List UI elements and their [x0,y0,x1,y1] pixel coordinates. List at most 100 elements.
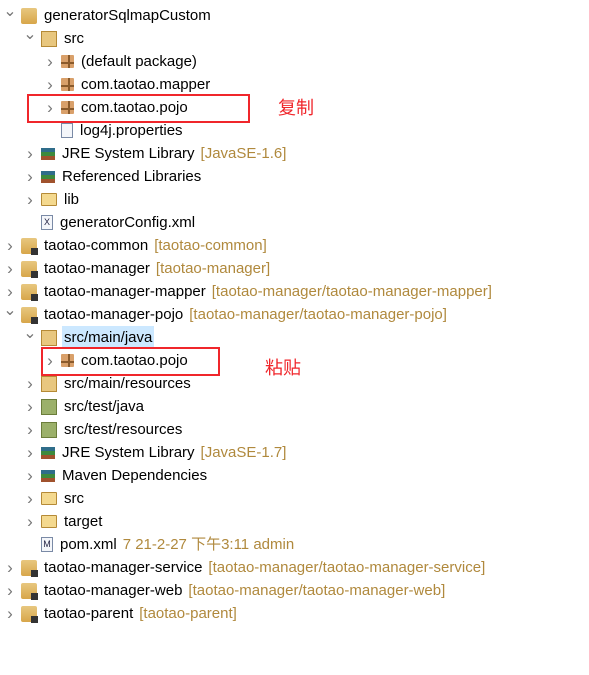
tree-item-label: src [64,490,84,507]
chevron-down-icon[interactable]: ⌄ [23,322,37,345]
chevron-right-icon[interactable]: › [23,188,37,211]
tree-item-label: taotao-manager-pojo [44,306,184,323]
tree-item-label: taotao-parent [44,605,134,622]
maven-project-icon [21,283,38,301]
tree-item-label: com.taotao.mapper [81,76,211,93]
properties-file-icon [61,123,73,138]
tree-item-decoration: [taotao-manager] [155,260,271,277]
chevron-right-icon[interactable]: › [43,73,57,96]
chevron-right-icon[interactable]: › [23,441,37,464]
no-expander [23,211,37,234]
chevron-right-icon[interactable]: › [43,50,57,73]
chevron-right-icon[interactable]: › [23,510,37,533]
tree-item-label: JRE System Library [62,145,195,162]
chevron-right-icon[interactable]: › [23,142,37,165]
no-expander [23,533,37,556]
chevron-right-icon[interactable]: › [23,372,37,395]
tree-item-decoration: [JavaSE-1.7] [200,444,287,461]
tree-item-label: taotao-manager-service [44,559,203,576]
tree-item[interactable]: › target [23,510,104,533]
tree-item-decoration: [taotao-manager/taotao-manager-mapper] [211,283,492,300]
chevron-down-icon[interactable]: ⌄ [3,0,17,23]
tree-item-label: target [64,513,103,530]
tree-item-label: taotao-manager [44,260,150,277]
tree-item-label: generatorConfig.xml [60,214,196,231]
tree-item[interactable]: › src/test/resources [23,418,184,441]
maven-project-icon [21,237,38,255]
tree-item-decoration: [taotao-common] [154,237,267,254]
tree-item[interactable]: › JRE System Library [JavaSE-1.6] [23,142,286,165]
tree-item[interactable]: › src/test/java [23,395,146,418]
tree-item[interactable]: › Maven Dependencies [23,464,209,487]
paste-annotation: 粘贴 [265,358,301,379]
folder-icon [41,515,57,528]
tree-item[interactable]: › src [23,487,86,510]
maven-project-icon [21,306,38,324]
tree-item[interactable]: › taotao-manager-web [taotao-manager/taota… [3,579,445,602]
tree-item-label: src [64,30,84,47]
tree-item[interactable]: ⌄ src [23,26,86,50]
tree-item-label: taotao-common [44,237,149,254]
test-source-folder-icon [41,398,57,415]
tree-item-label: src/test/java [64,398,145,415]
tree-item-label: src/test/resources [64,421,183,438]
tree-item[interactable]: › (default package) [43,50,199,73]
chevron-right-icon[interactable]: › [23,487,37,510]
tree-item[interactable]: › taotao-parent [taotao-parent] [3,602,237,625]
maven-project-icon [21,605,38,623]
tree-item-decoration: [taotao-manager/taotao-manager-web] [188,582,446,599]
tree-item[interactable]: › JRE System Library [JavaSE-1.7] [23,441,286,464]
library-icon [41,446,55,459]
library-icon [41,469,55,482]
chevron-right-icon[interactable]: › [3,556,17,579]
library-icon [41,147,55,160]
tree-item-decoration: [JavaSE-1.6] [200,145,287,162]
tree-item[interactable]: Mpom.xml 7 21-2-27 下午3:11 admin [23,533,294,556]
package-icon [61,55,74,68]
copy-highlight-box [27,94,250,123]
chevron-down-icon[interactable]: ⌄ [3,299,17,322]
tree-item[interactable]: › lib [23,188,81,211]
chevron-right-icon[interactable]: › [3,579,17,602]
tree-item[interactable]: › taotao-manager [taotao-manager] [3,257,270,280]
pom-file-icon: M [41,537,53,552]
chevron-down-icon[interactable]: ⌄ [23,23,37,46]
chevron-right-icon[interactable]: › [23,165,37,188]
tree-item-label: src/main/java [62,326,155,349]
chevron-right-icon[interactable]: › [23,418,37,441]
tree-item-decoration: 7 21-2-27 下午3:11 admin [122,536,295,553]
chevron-right-icon[interactable]: › [23,464,37,487]
tree-item-label: Maven Dependencies [62,467,208,484]
tree-item-label: JRE System Library [62,444,195,461]
chevron-right-icon[interactable]: › [3,257,17,280]
library-icon [41,170,55,183]
copy-annotation: 复制 [278,98,314,119]
tree-item[interactable]: › taotao-common [taotao-common] [3,234,267,257]
source-folder-icon [41,30,57,47]
tree-item[interactable]: › taotao-manager-service [taotao-manager/t… [3,556,485,579]
tree-item[interactable]: › taotao-manager-mapper [taotao-manager/ta… [3,280,492,303]
tree-item-label: pom.xml [60,536,117,553]
tree-item[interactable]: ⌄ taotao-manager-pojo [taotao-manager/taot… [3,302,447,326]
maven-project-icon [21,559,38,577]
folder-icon [41,492,57,505]
tree-item-label: Referenced Libraries [62,168,202,185]
paste-highlight-box [41,347,220,376]
tree-item-decoration: [taotao-manager/taotao-manager-pojo] [189,306,447,323]
source-folder-icon [41,329,57,346]
chevron-right-icon[interactable]: › [3,602,17,625]
tree-item-decoration: [taotao-manager/taotao-manager-service] [208,559,486,576]
tree-item[interactable]: XgeneratorConfig.xml [23,211,197,234]
package-icon [61,78,74,91]
tree-item-label: (default package) [81,53,197,70]
tree-item-label: taotao-manager-mapper [44,283,206,300]
tree-item[interactable]: ⌄ src/main/java [23,325,155,349]
test-source-folder-icon [41,421,57,438]
maven-project-icon [21,260,38,278]
xml-file-icon: X [41,215,53,230]
chevron-right-icon[interactable]: › [23,395,37,418]
chevron-right-icon[interactable]: › [3,234,17,257]
tree-item-label: lib [64,191,80,208]
tree-item[interactable]: › com.taotao.mapper [43,73,212,96]
tree-item[interactable]: › Referenced Libraries [23,165,203,188]
